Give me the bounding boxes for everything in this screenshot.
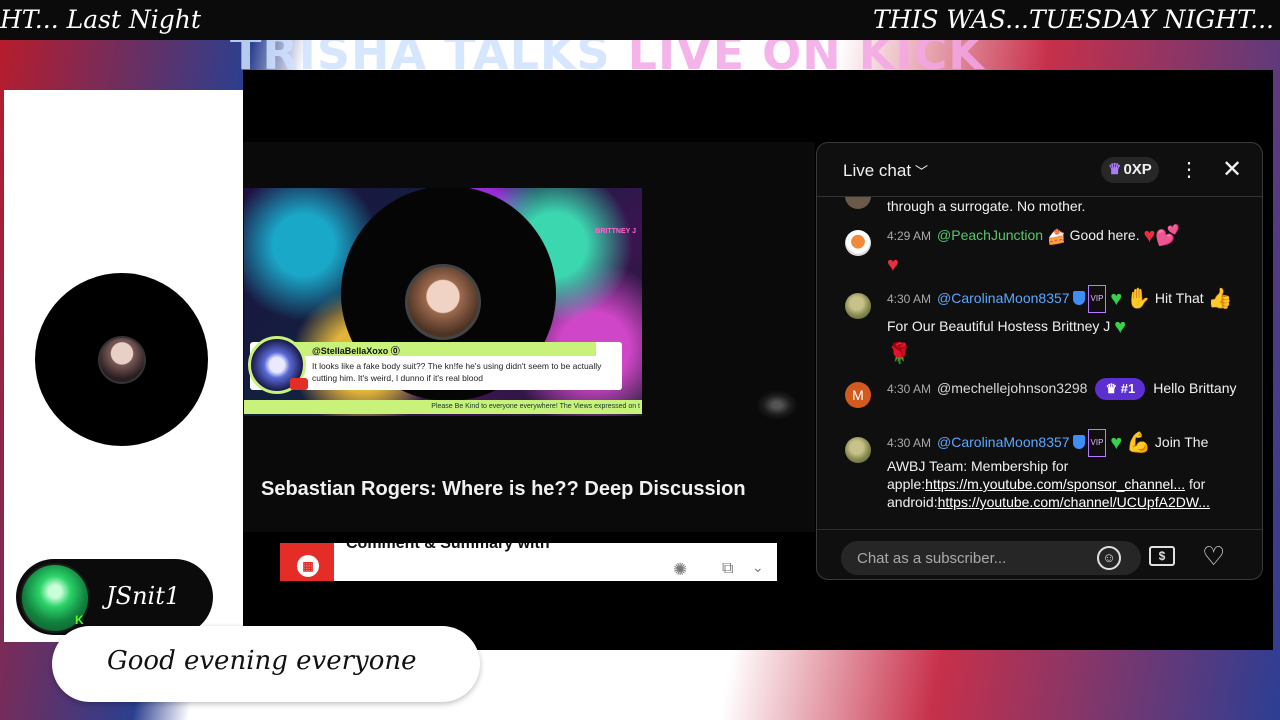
live-chat-panel: Live chat ﹀ ♛ 0XP ⋮ ✕ through a surrogate.… [816, 142, 1263, 580]
host-avatar [97, 335, 146, 384]
chat-avatar: M [845, 382, 871, 408]
chevron-down-icon: ﹀ [915, 164, 929, 179]
close-icon[interactable]: ✕ [1222, 155, 1242, 184]
green-heart-emoji-icon: ♥ [1110, 432, 1123, 454]
chat-input-row: ☺ $ ♡ [817, 529, 1262, 579]
ticker-left-text: HT... Last Night [0, 5, 201, 34]
chat-header: Live chat ﹀ ♛ 0XP ⋮ ✕ [817, 143, 1262, 197]
chat-message: 4:30 AM @mechellejohnson3298 ♛ #1 Hello Bri… [887, 375, 1237, 402]
android-membership-link[interactable]: https://youtube.com/channel/UCUpfA2DW... [938, 494, 1210, 510]
green-heart-emoji-icon: ♥ [1114, 316, 1127, 338]
chat-avatar [845, 437, 871, 463]
kick-logo-icon: K [75, 613, 84, 627]
vip-badge-icon: VIP [1087, 285, 1107, 313]
more-options-icon[interactable]: ⋮ [1179, 157, 1199, 182]
host-webcam [35, 273, 208, 446]
summary-extension-bar[interactable]: ▦ Comment & Summary with ✺ ⧉ ⌄ [280, 543, 777, 581]
thumbnail-host-avatar [405, 264, 481, 340]
news-ticker: HT... Last Night THIS WAS...TUESDAY NIGH… [0, 0, 1280, 40]
chat-message: 4:30 AM @CarolinaMoon8357 VIP ♥ ✋ Hit That… [887, 285, 1237, 367]
flexed-arm-emoji-icon: 💪 [1126, 432, 1152, 454]
comment-handle: @StellaBellaXoxo ⓪ [312, 346, 400, 356]
chevron-down-icon[interactable]: ⌄ [752, 559, 764, 576]
copy-icon[interactable]: ⧉ [722, 560, 733, 578]
xp-badge[interactable]: ♛ 0XP [1101, 157, 1159, 183]
chatter-username: JSnit1 [106, 582, 181, 610]
chat-message: 4:29 AM @PeachJunction 🍰 Good here. ♥💕 ♥ [887, 225, 1181, 276]
youtube-icon [290, 378, 308, 390]
heart-emoji-icon: ♥ [1143, 225, 1156, 247]
thumbs-up-emoji-icon: 👍 [1207, 288, 1233, 310]
rank-badge: ♛ #1 [1095, 378, 1146, 400]
eyes-watermark-icon [756, 390, 798, 420]
heart-emoji-icon: ♥ [887, 254, 899, 276]
chat-message: through a surrogate. No mother. [887, 198, 1086, 214]
openai-icon[interactable]: ✺ [673, 560, 687, 580]
video-title[interactable]: Sebastian Rogers: Where is he?? Deep Dis… [261, 478, 746, 501]
emoji-icon[interactable]: ☺ [1097, 546, 1121, 570]
chat-input[interactable] [841, 541, 1141, 575]
chat-message-list[interactable]: through a surrogate. No mother. 4:29 AM @… [817, 197, 1262, 529]
extension-label: Comment & Summary with [346, 543, 550, 552]
hearts-emoji-icon: 💕 [1155, 225, 1181, 247]
cake-emoji-icon: 🍰 [1046, 229, 1066, 246]
comment-text: It looks like a fake body suit?? The kn!… [312, 361, 602, 383]
screen-capture: BRITTNEY J @StellaBellaXoxo ⓪ It looks l… [243, 70, 1273, 650]
thumbnail-footer: Please Be Kind to everyone everywhere! T… [244, 400, 642, 414]
chat-avatar [845, 230, 871, 256]
apple-membership-link[interactable]: https://m.youtube.com/sponsor_channel... [925, 476, 1185, 492]
chat-message: 4:30 AM @CarolinaMoon8357 VIP ♥ 💪 Join The… [887, 429, 1237, 511]
thumbnail-corner-label: BRITTNEY J [595, 228, 636, 235]
chat-avatar [845, 293, 871, 319]
moderator-badge-icon [1072, 291, 1085, 305]
chat-avatar [845, 197, 871, 209]
crown-icon: ♛ [1105, 381, 1118, 396]
video-thumbnail[interactable]: BRITTNEY J @StellaBellaXoxo ⓪ It looks l… [244, 188, 642, 416]
grid-icon: ▦ [297, 555, 319, 577]
heart-icon[interactable]: ♡ [1202, 541, 1225, 571]
super-chat-icon[interactable]: $ [1149, 546, 1175, 566]
chat-overlay-message: Good evening everyone [107, 646, 417, 676]
vip-badge-icon: VIP [1087, 429, 1107, 457]
rose-emoji-icon: 🌹 [887, 343, 912, 365]
chat-mode-dropdown[interactable]: Live chat ﹀ [843, 161, 928, 181]
moderator-badge-icon [1072, 435, 1085, 449]
green-heart-emoji-icon: ♥ [1110, 288, 1123, 310]
ticker-right-text: THIS WAS...TUESDAY NIGHT... [872, 5, 1274, 34]
extension-logo: ▦ [280, 543, 334, 581]
wave-emoji-icon: ✋ [1126, 288, 1152, 310]
crown-icon: ♛ [1108, 161, 1122, 178]
